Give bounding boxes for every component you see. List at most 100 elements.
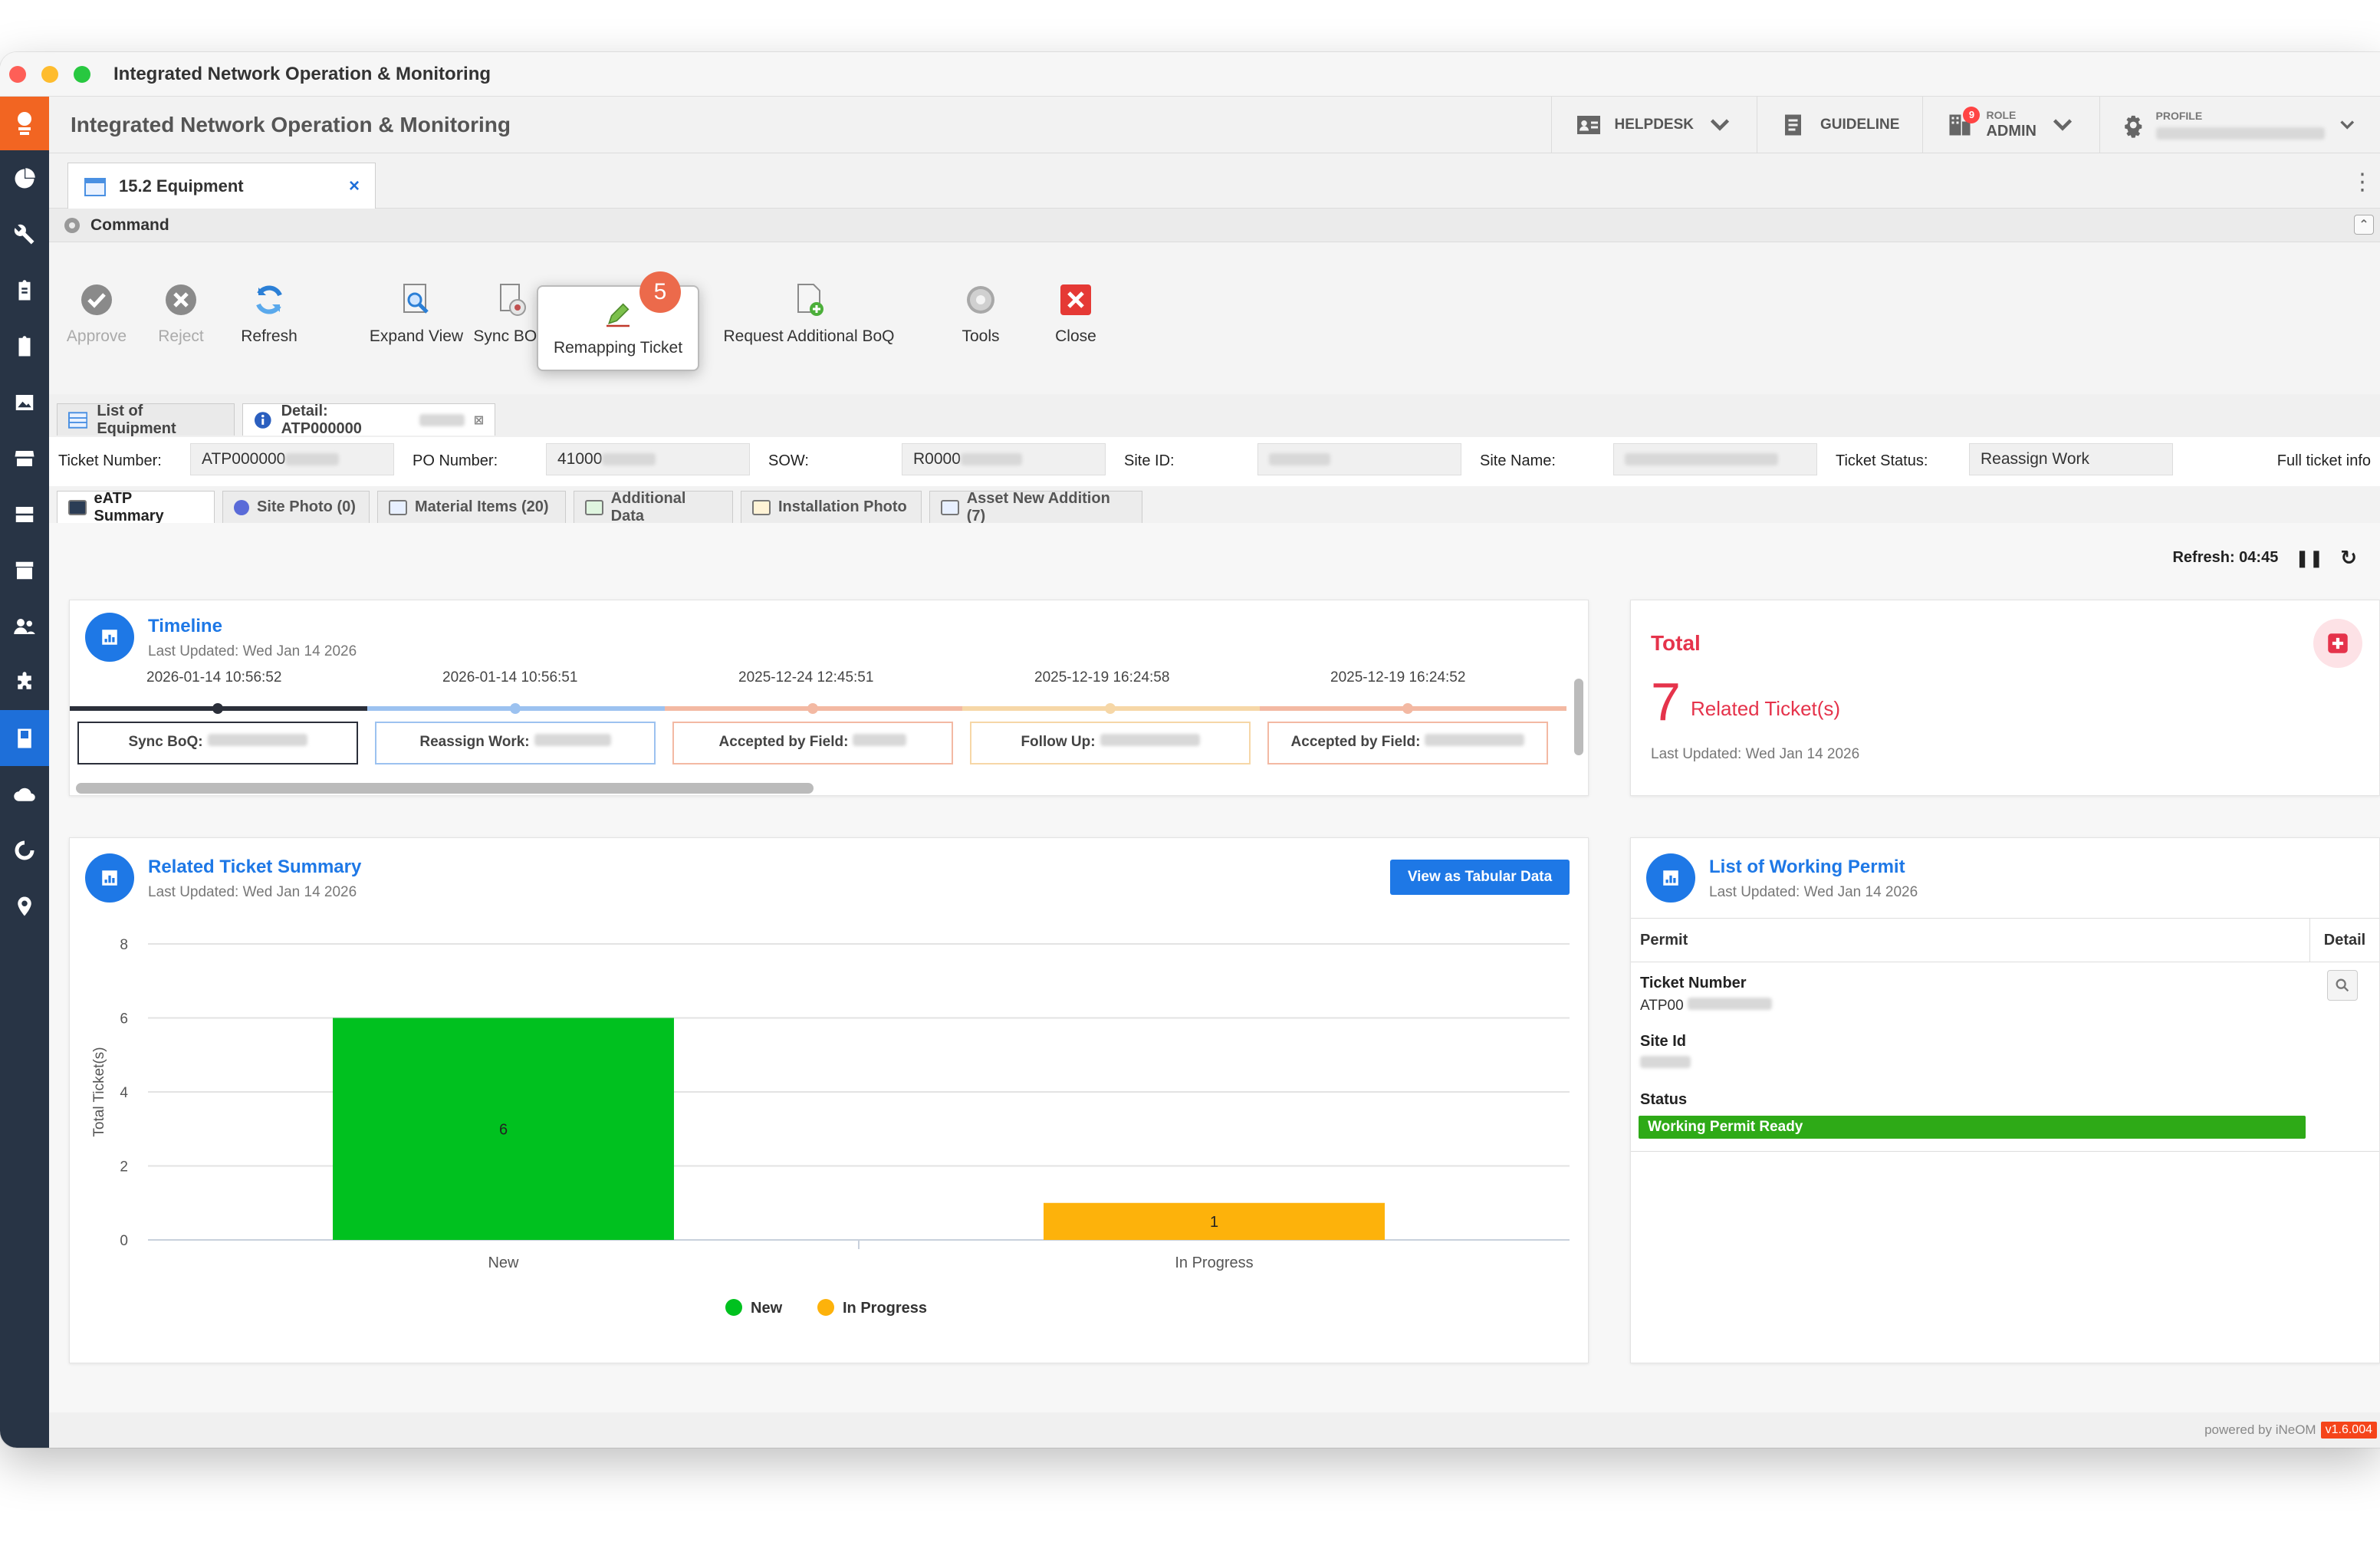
maximize-window-button[interactable] — [74, 65, 90, 83]
role-selector[interactable]: 9 ROLE ADMIN — [1922, 96, 2099, 153]
tab-equipment[interactable]: 15.2 Equipment × — [67, 163, 376, 209]
command-panel-header: Command ⌃ — [49, 209, 2380, 242]
tab-additional-data[interactable]: Additional Data — [574, 489, 733, 524]
redacted-text — [1625, 453, 1778, 465]
po-number-field[interactable]: 41000 — [546, 443, 750, 475]
timeline-event[interactable]: Sync BoQ: — [77, 722, 358, 764]
refresh-icon — [256, 285, 282, 314]
collapse-panel-icon[interactable]: ⌃ — [2354, 215, 2374, 235]
ticket-status-value: Reassign Work — [1981, 450, 2089, 468]
ticket-number-field[interactable]: ATP000000 — [190, 443, 394, 475]
x-circle-icon — [166, 284, 196, 315]
tab-equipment-label: 15.2 Equipment — [119, 176, 244, 196]
sow-field[interactable]: R0000 — [902, 443, 1106, 475]
sidebar-archive-icon[interactable] — [0, 542, 49, 598]
gear-icon — [64, 217, 80, 233]
tab-additional-data-label: Additional Data — [610, 489, 686, 524]
tab-site-photo[interactable]: Site Photo (0) — [222, 491, 370, 523]
sidebar-store-icon[interactable] — [0, 430, 49, 486]
tab-close-icon[interactable]: × — [349, 176, 360, 197]
sidebar-chart-icon[interactable] — [0, 822, 49, 878]
sidebar-location-icon[interactable] — [0, 878, 49, 934]
add-ticket-icon[interactable] — [2313, 619, 2362, 668]
refresh-button[interactable]: Refresh — [227, 242, 311, 385]
sidebar-cloud-icon[interactable] — [0, 766, 49, 822]
tab-asset-new-addition[interactable]: Asset New Addition (7) — [929, 489, 1142, 524]
permit-row-divider — [1631, 1151, 2379, 1152]
tab-list-of-equipment[interactable]: List of Equipment — [57, 403, 235, 437]
timeline-event[interactable]: Accepted by Field: — [1267, 722, 1548, 764]
y-tick-label: 0 — [120, 1233, 128, 1249]
expand-view-icon — [403, 284, 429, 314]
legend-marker — [725, 1299, 742, 1316]
ticket-number-label: Ticket Number: — [58, 452, 162, 469]
add-data-icon — [585, 499, 603, 515]
timeline-event-label: Sync BoQ: — [128, 734, 203, 750]
legend-marker — [817, 1299, 834, 1316]
sidebar-book-icon[interactable] — [0, 710, 49, 766]
sidebar-dashboard-icon[interactable] — [0, 150, 49, 206]
timeline-event[interactable]: Follow Up: — [970, 722, 1251, 764]
ticket-status-field[interactable]: Reassign Work — [1969, 443, 2173, 475]
timeline-node — [212, 703, 223, 714]
close-window-button[interactable] — [9, 65, 26, 83]
tools-button[interactable]: Tools — [939, 242, 1023, 385]
photo-icon — [752, 499, 771, 515]
timeline-event[interactable]: Accepted by Field: — [672, 722, 953, 764]
redacted-text — [1269, 453, 1330, 465]
sidebar-clipboard-icon[interactable] — [0, 262, 49, 318]
detail-column-header: Detail — [2323, 931, 2366, 949]
page-tab-strip: 15.2 Equipment × ⋮ — [49, 153, 2380, 209]
sidebar-users-icon[interactable] — [0, 598, 49, 654]
timeline-vertical-scrollbar[interactable] — [1574, 679, 1583, 755]
tab-installation-photo-label: Installation Photo — [778, 498, 907, 515]
profile-selector[interactable]: PROFILE — [2099, 96, 2380, 153]
summary-content: Refresh: 04:45 ❚❚ ↻ Timeline Last Update… — [49, 523, 2380, 1448]
sidebar-clipboard-list-icon[interactable] — [0, 318, 49, 374]
reload-icon[interactable]: ↻ — [2340, 546, 2357, 570]
related-ticket-summary-card: Related Ticket Summary Last Updated: Wed… — [69, 837, 1589, 1363]
full-ticket-info-link[interactable]: Full ticket info — [2277, 452, 2371, 470]
remapping-ticket-label: Remapping Ticket — [553, 339, 683, 357]
site-name-field[interactable] — [1613, 443, 1817, 475]
timeline-event[interactable]: Reassign Work: — [375, 722, 656, 764]
timeline-horizontal-scrollbar[interactable] — [76, 783, 814, 794]
sidebar-wrench-icon[interactable] — [0, 206, 49, 262]
site-id-field[interactable] — [1257, 443, 1461, 475]
sidebar-puzzle-icon[interactable] — [0, 654, 49, 710]
minimize-window-button[interactable] — [41, 65, 58, 83]
timeline-node — [510, 703, 521, 714]
chevron-down-icon — [1710, 118, 1730, 131]
sidebar-image-icon[interactable] — [0, 374, 49, 430]
more-options-icon[interactable]: ⋮ — [2351, 169, 2374, 196]
table-icon — [68, 411, 88, 429]
chart-icon — [1646, 853, 1695, 903]
tab-installation-photo[interactable]: Installation Photo — [741, 491, 922, 523]
permit-title: List of Working Permit — [1709, 857, 1905, 877]
box-icon — [941, 499, 959, 515]
sidebar-server-icon[interactable] — [0, 486, 49, 542]
tab-material-items[interactable]: Material Items (20) — [377, 491, 566, 523]
tab-close-icon[interactable]: ⊠ — [474, 413, 484, 428]
request-additional-boq-button[interactable]: Request Additional BoQ — [708, 242, 909, 385]
close-button[interactable]: Close — [1034, 242, 1118, 385]
timeline-node — [1402, 703, 1413, 714]
app-header: Integrated Network Operation & Monitorin… — [49, 96, 2380, 153]
guideline-button[interactable]: GUIDELINE — [1757, 96, 1922, 153]
tab-asset-new-addition-label: Asset New Addition (7) — [966, 489, 1110, 524]
tab-site-photo-label: Site Photo (0) — [257, 498, 356, 515]
x-tick-label: New — [488, 1254, 519, 1271]
permit-ticket-number-label: Ticket Number — [1640, 975, 1747, 991]
window-title: Integrated Network Operation & Monitorin… — [113, 63, 491, 84]
tab-eatp-summary[interactable]: eATP Summary — [57, 490, 215, 524]
approve-button[interactable]: Approve — [60, 242, 133, 385]
pause-icon[interactable]: ❚❚ — [2295, 548, 2323, 568]
chevron-down-icon — [2053, 118, 2073, 131]
helpdesk-button[interactable]: HELPDESK — [1550, 96, 1757, 153]
permit-detail-search-icon[interactable] — [2327, 970, 2358, 1001]
tab-detail[interactable]: Detail: ATP000000 ⊠ — [242, 403, 495, 437]
app-logo-icon[interactable] — [0, 97, 49, 150]
reject-button[interactable]: Reject — [144, 242, 218, 385]
close-red-icon — [1060, 284, 1091, 315]
legend-label: New — [751, 1300, 783, 1317]
